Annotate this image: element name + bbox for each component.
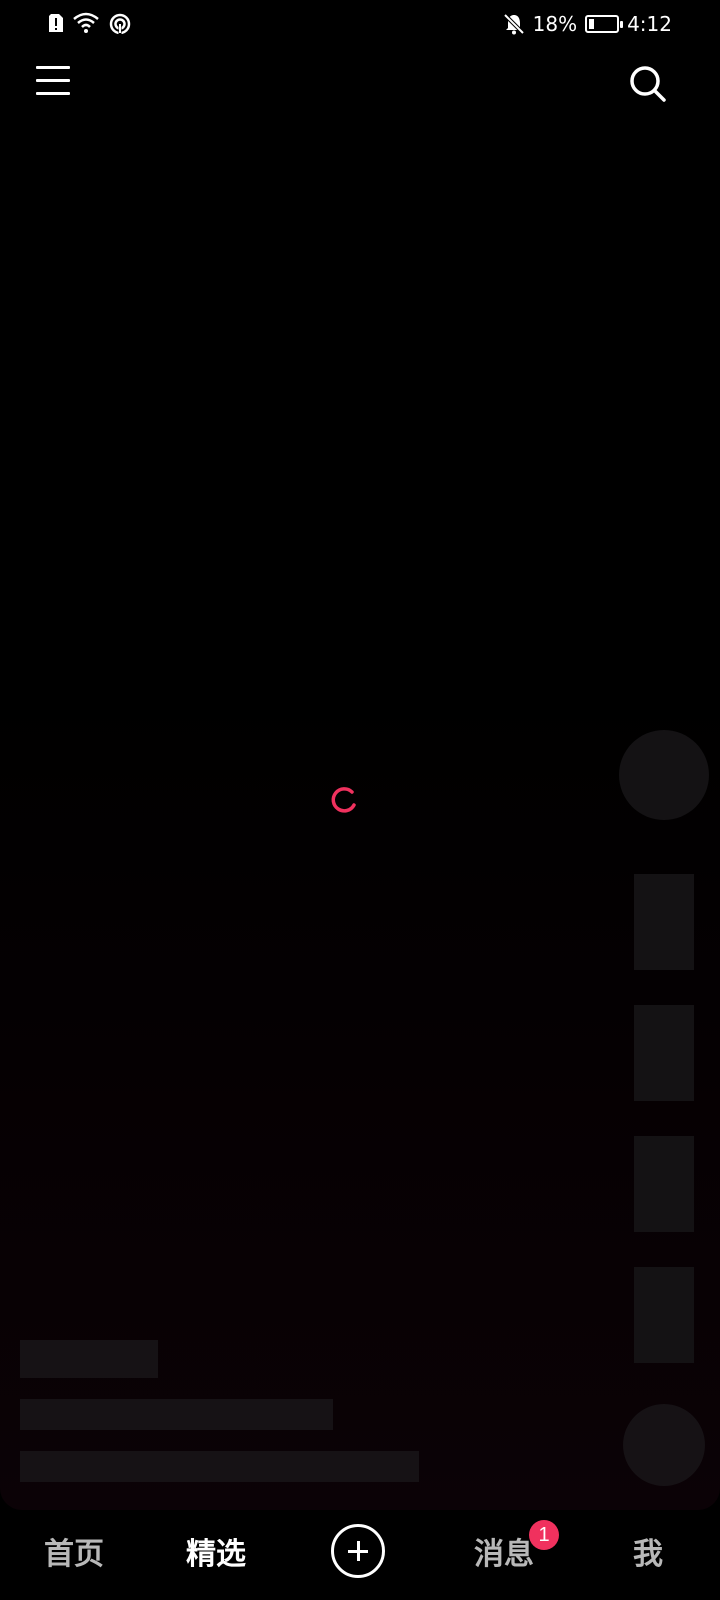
bell-off-icon [503, 13, 525, 35]
music-disc-placeholder [623, 1404, 705, 1486]
caption-line-placeholder [20, 1451, 419, 1482]
nav-me[interactable]: 我 [628, 1533, 668, 1577]
search-icon[interactable] [628, 64, 668, 104]
like-button-placeholder [634, 874, 694, 970]
status-bar: 18% ⚡ 4:12 [0, 0, 720, 50]
plus-circle-icon[interactable] [331, 1524, 385, 1578]
loading-spinner-icon [328, 784, 360, 816]
comment-button-placeholder [634, 1005, 694, 1101]
video-feed[interactable]: 18% ⚡ 4:12 [0, 0, 720, 1510]
share-button-placeholder [634, 1267, 694, 1363]
hotspot-icon [109, 13, 131, 34]
avatar-placeholder [619, 730, 709, 820]
clock: 4:12 [627, 12, 672, 36]
nav-home[interactable]: 首页 [34, 1533, 114, 1577]
battery-percent: 18% [532, 12, 578, 36]
battery-icon: ⚡ [585, 15, 624, 33]
favorite-button-placeholder [634, 1136, 694, 1232]
author-placeholder [20, 1340, 158, 1378]
message-count-badge: 1 [529, 1520, 559, 1550]
sim-alert-icon [49, 14, 63, 32]
wifi-icon [73, 12, 99, 33]
caption-line-placeholder [20, 1399, 333, 1430]
hamburger-menu-icon[interactable] [36, 66, 70, 102]
nav-featured[interactable]: 精选 [176, 1533, 256, 1577]
